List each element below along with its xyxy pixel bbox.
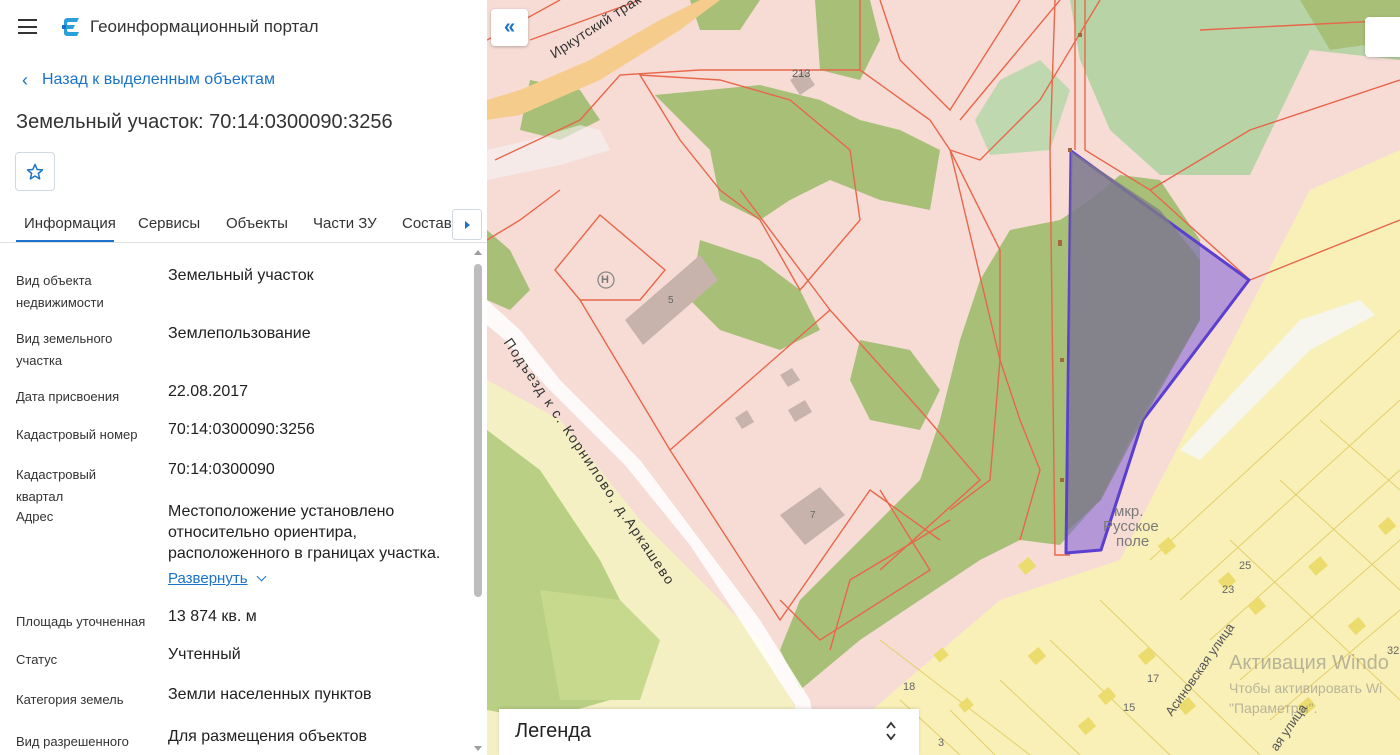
info-value: Учтенный	[168, 646, 241, 663]
legend-title: Легенда	[515, 720, 592, 742]
star-outline-icon	[26, 163, 44, 180]
top-bar: Геоинформационный портал	[0, 0, 487, 56]
info-label: Площадь уточненная	[16, 614, 146, 629]
info-label: Вид объекта недвижимости	[16, 273, 104, 310]
info-value: 13 874 кв. м	[168, 608, 257, 625]
info-value: Земли населенных пунктов	[168, 686, 372, 703]
info-value: 70:14:0300090	[168, 461, 275, 478]
info-list: Вид объекта недвижимости Земельный участ…	[0, 244, 470, 755]
info-label: Кадастровый квартал	[16, 467, 97, 504]
scroll-thumb[interactable]	[474, 264, 482, 597]
tab-services[interactable]: Сервисы	[138, 215, 200, 232]
map-label-number: 17	[1147, 673, 1160, 685]
tab-parts[interactable]: Части ЗУ	[313, 215, 377, 232]
windows-activation-watermark: "Параметры".	[1229, 700, 1318, 716]
back-link[interactable]: ‹ Назад к выделенным объектам	[22, 71, 275, 89]
address-text: Местоположение установлено относительно …	[168, 503, 441, 562]
legend-panel[interactable]: Легенда	[499, 709, 919, 755]
tab-bar: Информация Сервисы Объекты Части ЗУ Сост…	[0, 205, 487, 243]
expand-label: Развернуть	[168, 570, 248, 587]
map-canvas[interactable]	[487, 0, 1400, 755]
double-chevron-left-icon: «	[503, 16, 516, 38]
info-panel: Геоинформационный портал ‹ Назад к выдел…	[0, 0, 487, 755]
chevron-down-icon	[256, 571, 266, 582]
info-value: Земельный участок	[168, 267, 314, 284]
portal-logo-icon	[62, 18, 79, 36]
info-label: Статус	[16, 652, 58, 667]
active-tab-indicator	[16, 240, 114, 242]
map-label-building: 7	[810, 510, 816, 521]
windows-activation-watermark: Чтобы активировать Wi	[1229, 680, 1383, 696]
info-label: Кадастровый номер	[16, 427, 138, 442]
info-label: Дата присвоения	[16, 389, 120, 404]
map-label-number: 25	[1239, 560, 1252, 572]
favorite-button[interactable]	[15, 152, 55, 191]
info-label: Категория земель	[16, 692, 124, 707]
info-value-address: Местоположение установлено относительно …	[168, 501, 463, 589]
tab-composition[interactable]: Состав	[402, 215, 452, 232]
map-label-district: поле	[1116, 533, 1150, 550]
scroll-down-arrow-icon[interactable]	[474, 746, 482, 751]
expand-address-link[interactable]: Развернуть	[168, 568, 266, 589]
tab-objects[interactable]: Объекты	[226, 215, 288, 232]
app-title: Геоинформационный портал	[90, 17, 319, 36]
map-view[interactable]: Иркутский тракт Подъезд к с. Корнилово, …	[487, 0, 1400, 755]
hamburger-icon[interactable]	[18, 19, 37, 34]
map-label-number: 15	[1123, 702, 1136, 714]
tab-scroll-right-button[interactable]	[452, 209, 482, 240]
info-label: Адрес	[16, 509, 54, 524]
info-value: Землепользование	[168, 325, 311, 342]
info-scrollbar[interactable]	[472, 244, 484, 755]
map-label-number: 3	[938, 737, 945, 749]
map-label-building: 213	[792, 68, 811, 80]
parking-icon: Н	[601, 274, 609, 286]
map-label-building: 5	[668, 295, 674, 306]
map-tool-button[interactable]	[1365, 17, 1400, 57]
map-label-number: 23	[1222, 584, 1235, 596]
windows-activation-watermark: Активация Windo	[1229, 652, 1389, 674]
info-value: Для размещения объектов	[168, 728, 368, 745]
object-title: Земельный участок: 70:14:0300090:3256	[16, 111, 393, 133]
collapse-panel-button[interactable]: «	[491, 9, 528, 46]
info-label: Вид земельного участка	[16, 331, 113, 368]
arrow-right-icon	[464, 220, 470, 229]
expand-collapse-icon	[886, 721, 896, 741]
map-label-number: 18	[903, 681, 916, 693]
tab-information[interactable]: Информация	[24, 215, 116, 232]
info-value: 70:14:0300090:3256	[168, 421, 315, 438]
scroll-up-arrow-icon[interactable]	[474, 250, 482, 255]
chevron-left-icon: ‹	[22, 70, 28, 90]
info-label: Вид разрешенного	[16, 734, 129, 749]
info-value: 22.08.2017	[168, 383, 249, 400]
back-link-label: Назад к выделенным объектам	[42, 71, 275, 88]
